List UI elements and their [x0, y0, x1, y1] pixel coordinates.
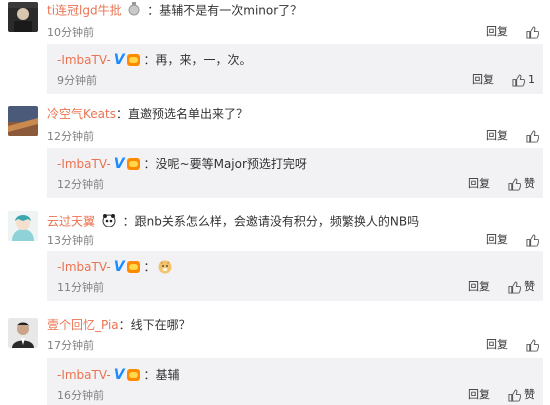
avatar[interactable] — [8, 318, 38, 348]
like-button[interactable] — [526, 233, 542, 247]
reply-line: -ImbaTV- V ：基辅 — [57, 367, 180, 383]
doge-emoji-icon — [158, 260, 172, 274]
comment-meta: 10分钟前 回复 — [47, 24, 550, 40]
reply-text: ： — [143, 260, 156, 274]
like-button[interactable] — [526, 338, 542, 352]
avatar[interactable] — [8, 106, 38, 136]
reply-actions: 回复 赞 — [468, 176, 535, 192]
reply-timestamp: 11分钟前 — [57, 281, 104, 294]
like-button[interactable]: 1 — [512, 72, 535, 88]
reply-meta: 16分钟前 回复 赞 — [57, 387, 543, 403]
panda-badge-icon — [102, 213, 116, 231]
thumbs-up-icon — [526, 338, 539, 352]
thumbs-up-icon — [508, 177, 521, 191]
fan-badge-icon — [126, 369, 140, 381]
comment-meta: 13分钟前 回复 — [47, 232, 550, 248]
reply-username-link[interactable]: -ImbaTV- — [57, 156, 111, 172]
reply-button[interactable]: 回复 — [472, 72, 494, 88]
timestamp: 13分钟前 — [47, 234, 94, 247]
avatar[interactable] — [8, 2, 38, 32]
like-button[interactable]: 赞 — [508, 176, 535, 192]
like-button[interactable] — [526, 25, 542, 39]
comment-actions: 回复 — [486, 128, 542, 144]
comment-line: 云过天翼 ：跟nb关系怎么样，会邀请没有积分，频繁换人的NB吗 — [47, 213, 419, 231]
reply-timestamp: 12分钟前 — [57, 178, 104, 191]
reply-text: ：基辅 — [143, 368, 180, 382]
reply-button[interactable]: 回复 — [486, 24, 508, 40]
timestamp: 12分钟前 — [47, 130, 94, 143]
verified-icon: V — [113, 367, 125, 383]
reply-box: -ImbaTV- V ：没呢~要等Major预选打完呀 12分钟前 回复 赞 — [47, 148, 543, 198]
fan-badge-icon — [126, 158, 140, 170]
comment-line: 壹个回忆_Pia：线下在哪？ — [47, 317, 191, 333]
timestamp: 10分钟前 — [47, 26, 94, 39]
reply-button[interactable]: 回复 — [486, 232, 508, 248]
avatar[interactable] — [8, 211, 38, 241]
verified-icon: V — [113, 156, 125, 172]
thumbs-up-icon — [526, 129, 539, 143]
reply-button[interactable]: 回复 — [468, 279, 490, 295]
reply-box: -ImbaTV- V ： 11分钟前 回复 赞 — [47, 251, 543, 301]
fan-badge-icon — [126, 261, 140, 273]
like-label: 赞 — [524, 177, 535, 190]
comment-meta: 17分钟前 回复 — [47, 337, 550, 353]
reply-actions: 回复 赞 — [468, 387, 535, 403]
thumbs-up-icon — [526, 233, 539, 247]
reply-text: ：没呢~要等Major预选打完呀 — [143, 157, 307, 171]
comment-actions: 回复 — [486, 24, 542, 40]
comment-text: ：跟nb关系怎么样，会邀请没有积分，频繁换人的NB吗 — [122, 214, 420, 229]
reply-meta: 12分钟前 回复 赞 — [57, 176, 543, 192]
comment-actions: 回复 — [486, 232, 542, 248]
comment-line: 冷空气Keats：直邀预选名单出来了？ — [47, 106, 248, 122]
reply-button[interactable]: 回复 — [468, 176, 490, 192]
reply-line: -ImbaTV- V ： — [57, 259, 174, 275]
reply-username-link[interactable]: -ImbaTV- — [57, 52, 111, 68]
comment-text: ：直邀预选名单出来了？ — [115, 107, 248, 121]
verified-icon: V — [113, 259, 125, 275]
reply-text: ：再，来，一，次。 — [143, 53, 252, 67]
like-button[interactable]: 赞 — [508, 387, 535, 403]
thumbs-up-icon — [526, 25, 539, 39]
like-button[interactable]: 赞 — [508, 279, 535, 295]
username-link[interactable]: 冷空气Keats — [47, 107, 116, 121]
fan-badge-icon — [126, 54, 140, 66]
reply-meta: 11分钟前 回复 赞 — [57, 279, 543, 295]
like-count: 1 — [528, 73, 535, 86]
thumbs-up-icon — [512, 73, 525, 87]
like-label: 赞 — [524, 388, 535, 401]
reply-timestamp: 9分钟前 — [57, 74, 97, 87]
username-link[interactable]: ti连冠lgd牛批 — [47, 4, 122, 18]
comment-actions: 回复 — [486, 337, 542, 353]
reply-timestamp: 16分钟前 — [57, 389, 104, 402]
like-label: 赞 — [524, 280, 535, 293]
reply-actions: 回复 1 — [472, 72, 535, 88]
reply-username-link[interactable]: -ImbaTV- — [57, 259, 111, 275]
like-button[interactable] — [526, 129, 542, 143]
comment-line: ti连冠lgd牛批 ：基辅不是有一次minor了？ — [47, 2, 302, 20]
comment-meta: 12分钟前 回复 — [47, 128, 550, 144]
thumbs-up-icon — [508, 388, 521, 402]
reply-button[interactable]: 回复 — [486, 128, 508, 144]
reply-box: -ImbaTV- V ：再，来，一，次。 9分钟前 回复 1 — [47, 44, 543, 94]
reply-meta: 9分钟前 回复 1 — [57, 72, 543, 88]
comment-text: ：线下在哪？ — [118, 318, 191, 332]
timestamp: 17分钟前 — [47, 339, 94, 352]
reply-line: -ImbaTV- V ：再，来，一，次。 — [57, 52, 252, 68]
reply-button[interactable]: 回复 — [468, 387, 490, 403]
reply-button[interactable]: 回复 — [486, 337, 508, 353]
reply-username-link[interactable]: -ImbaTV- — [57, 367, 111, 383]
reply-line: -ImbaTV- V ：没呢~要等Major预选打完呀 — [57, 156, 307, 172]
verified-icon: V — [113, 52, 125, 68]
reply-box: -ImbaTV- V ：基辅 16分钟前 回复 赞 — [47, 358, 543, 405]
username-link[interactable]: 云过天翼 — [47, 215, 95, 229]
medal-icon — [128, 2, 140, 20]
comment-text: ：基辅不是有一次minor了？ — [147, 3, 303, 18]
username-link[interactable]: 壹个回忆_Pia — [47, 318, 119, 332]
thumbs-up-icon — [508, 280, 521, 294]
reply-actions: 回复 赞 — [468, 279, 535, 295]
